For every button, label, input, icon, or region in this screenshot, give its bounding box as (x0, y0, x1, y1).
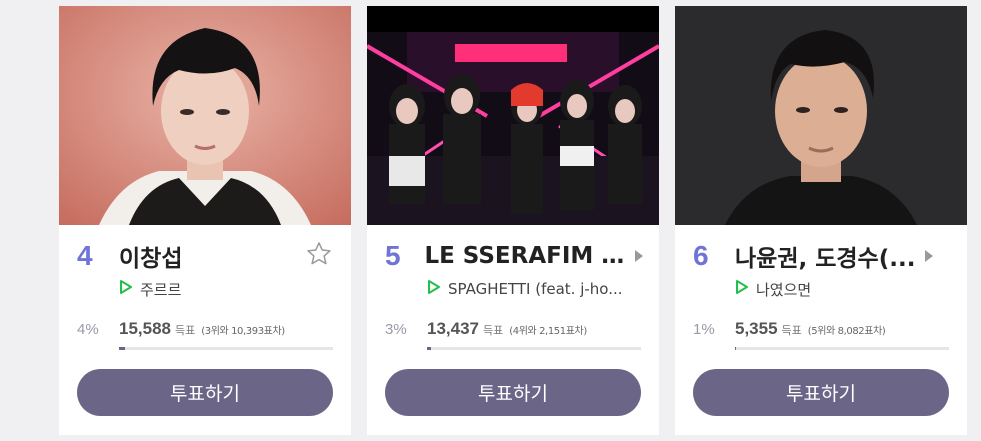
artist-name[interactable]: 이창섭 (119, 239, 182, 273)
artist-photo[interactable] (675, 6, 967, 225)
play-icon[interactable] (119, 279, 133, 299)
star-outline-icon[interactable] (305, 240, 333, 272)
vote-progress-fill (119, 347, 125, 350)
vote-button[interactable]: 투표하기 (77, 369, 333, 416)
rank-number: 5 (385, 240, 401, 271)
vote-gap: (5위와 8,082표차) (807, 326, 886, 337)
vote-count: 5,355 (735, 319, 778, 338)
chevron-right-icon[interactable] (925, 250, 934, 262)
vote-button[interactable]: 투표하기 (385, 369, 641, 416)
song-title[interactable]: 나였으면 (756, 279, 811, 300)
vote-unit: 득표 (483, 324, 504, 337)
vote-unit: 득표 (781, 324, 802, 337)
vote-percent: 4% (77, 321, 99, 338)
vote-button[interactable]: 투표하기 (693, 369, 949, 416)
vote-gap: (3위와 10,393표차) (201, 326, 285, 337)
vote-count: 15,588 (119, 319, 171, 338)
play-icon[interactable] (427, 279, 441, 299)
vote-percent: 3% (385, 321, 407, 338)
vote-count: 13,437 (427, 319, 479, 338)
vote-gap: (4위와 2,151표차) (509, 326, 587, 337)
song-title[interactable]: SPAGHETTI (feat. j-ho... (448, 280, 623, 298)
rank-number: 4 (77, 240, 93, 271)
artist-photo[interactable] (367, 6, 659, 225)
chart-card[interactable]: 4 이창섭 주르르 4% 15,588 득표 (3위와 10,393표차) 투표… (59, 6, 351, 435)
vote-percent: 1% (693, 321, 715, 338)
chart-card[interactable]: 5 LE SSERAFIM (... SPAGHETTI (feat. j-ho… (367, 6, 659, 435)
vote-progress-bar (735, 347, 949, 350)
vote-unit: 득표 (175, 324, 196, 337)
chevron-right-icon[interactable] (635, 250, 643, 262)
vote-progress-fill (427, 347, 432, 350)
vote-progress-fill (735, 347, 737, 350)
artist-name[interactable]: 나윤권, 도경수(... (735, 239, 915, 273)
chart-card[interactable]: 6 나윤권, 도경수(... 나였으면 1% 5,355 득표 (5위와 8,0… (675, 6, 967, 435)
artist-name[interactable]: LE SSERAFIM (... (424, 243, 625, 269)
song-title[interactable]: 주르르 (140, 279, 181, 300)
vote-progress-bar (427, 347, 641, 350)
vote-progress-bar (119, 347, 333, 350)
rank-number: 6 (693, 240, 709, 271)
play-icon[interactable] (735, 279, 749, 299)
artist-photo[interactable] (59, 6, 351, 225)
